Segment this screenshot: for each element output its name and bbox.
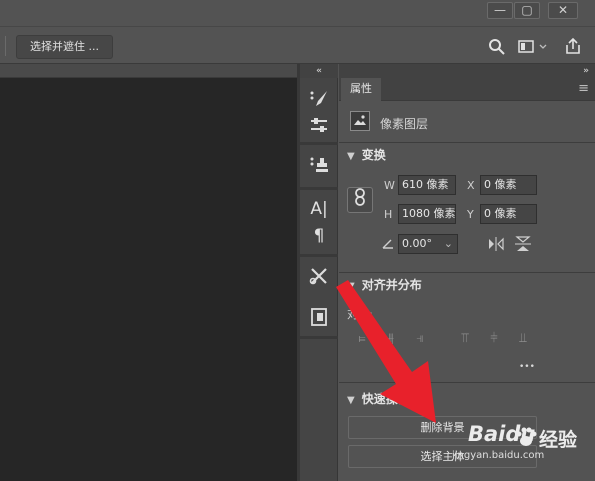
search-icon[interactable] (488, 38, 506, 56)
document-tab-strip (0, 64, 297, 78)
angle-value: 0.00° (402, 237, 432, 250)
watermark-url: jingyan.baidu.com (452, 450, 545, 461)
quick-actions-section-header[interactable]: ▼ 快速操作 (347, 390, 410, 407)
align-middle-v-icon[interactable]: ⫩ (486, 331, 502, 347)
x-field[interactable]: 0 像素 (480, 175, 537, 195)
adjustments-icon[interactable] (307, 115, 331, 137)
y-field[interactable]: 0 像素 (480, 204, 537, 224)
icon-group-divider (300, 142, 338, 145)
chevron-down-icon: ▼ (347, 395, 355, 406)
section-divider (339, 272, 595, 273)
align-bottom-icon[interactable]: ⫫ (515, 331, 531, 347)
align-top-icon[interactable]: ⫪ (457, 331, 473, 347)
title-bar: — ▢ ✕ (0, 0, 595, 24)
icon-group-divider (300, 187, 338, 190)
workspace-icon[interactable] (518, 40, 548, 54)
collapse-dock-icon[interactable]: « (300, 64, 338, 78)
y-label: Y (467, 208, 474, 221)
width-field[interactable]: 610 像素 (398, 175, 456, 195)
align-left-icon[interactable]: ⫢ (354, 331, 370, 347)
document-canvas[interactable] (0, 78, 297, 481)
chevron-down-icon: ▼ (347, 281, 355, 292)
pixel-layer-icon (350, 111, 370, 131)
align-sub-label: 对齐: (347, 308, 373, 321)
share-icon[interactable] (564, 37, 582, 55)
more-options-icon[interactable]: ••• (519, 362, 535, 372)
section-divider (339, 142, 595, 143)
angle-icon (382, 239, 393, 249)
baidu-watermark: Baidu 经验 jingyan.baidu.com (452, 418, 595, 481)
panel-menu-icon[interactable]: ≡ (578, 81, 589, 96)
align-center-h-icon[interactable]: ⫵ (383, 331, 399, 347)
select-and-mask-button[interactable]: 选择并遮住 ... (16, 35, 113, 59)
panel-icon-column: A| ¶ (300, 78, 338, 481)
paragraph-icon[interactable]: ¶ (307, 225, 331, 247)
quick-actions-title: 快速操作 (361, 392, 410, 406)
icon-group-divider (300, 254, 338, 257)
watermark-brand-cn: 经验 (539, 429, 578, 451)
minimize-button[interactable]: — (487, 2, 513, 19)
flip-horizontal-icon[interactable] (487, 237, 505, 251)
paw-logo-icon (516, 427, 537, 446)
transform-section-header[interactable]: ▼ 变换 (347, 146, 386, 163)
layer-comps-icon[interactable] (307, 307, 331, 329)
icon-group-divider (300, 336, 338, 339)
angle-field[interactable]: 0.00° ⌄ (398, 234, 458, 254)
align-section-header[interactable]: ▼ 对齐并分布 (347, 276, 422, 293)
flip-vertical-icon[interactable] (515, 235, 531, 253)
brushes-icon[interactable] (307, 89, 331, 111)
maximize-button[interactable]: ▢ (514, 2, 540, 19)
section-divider (339, 382, 595, 383)
panel-tab-bar: 属性 ≡ (339, 78, 595, 101)
options-bar: 选择并遮住 ... (0, 26, 595, 64)
transform-title: 变换 (361, 148, 386, 162)
link-dimensions-icon[interactable] (347, 187, 373, 213)
expand-panel-icon[interactable]: » (339, 64, 595, 78)
layer-type-label: 像素图层 (380, 117, 429, 131)
character-icon[interactable]: A| (307, 198, 331, 220)
chevron-down-icon: ⌄ (443, 237, 453, 250)
tab-properties[interactable]: 属性 (341, 78, 381, 101)
width-label: W (384, 179, 395, 192)
tools-icon[interactable] (307, 266, 331, 288)
align-title: 对齐并分布 (361, 278, 422, 292)
close-button[interactable]: ✕ (548, 2, 578, 19)
align-right-icon[interactable]: ⫣ (412, 331, 428, 347)
height-label: H (384, 208, 393, 221)
chevron-down-icon: ▼ (347, 151, 355, 162)
x-label: X (467, 179, 475, 192)
options-divider (5, 36, 6, 56)
clone-source-icon[interactable] (307, 155, 331, 177)
height-field[interactable]: 1080 像素 (398, 204, 456, 224)
